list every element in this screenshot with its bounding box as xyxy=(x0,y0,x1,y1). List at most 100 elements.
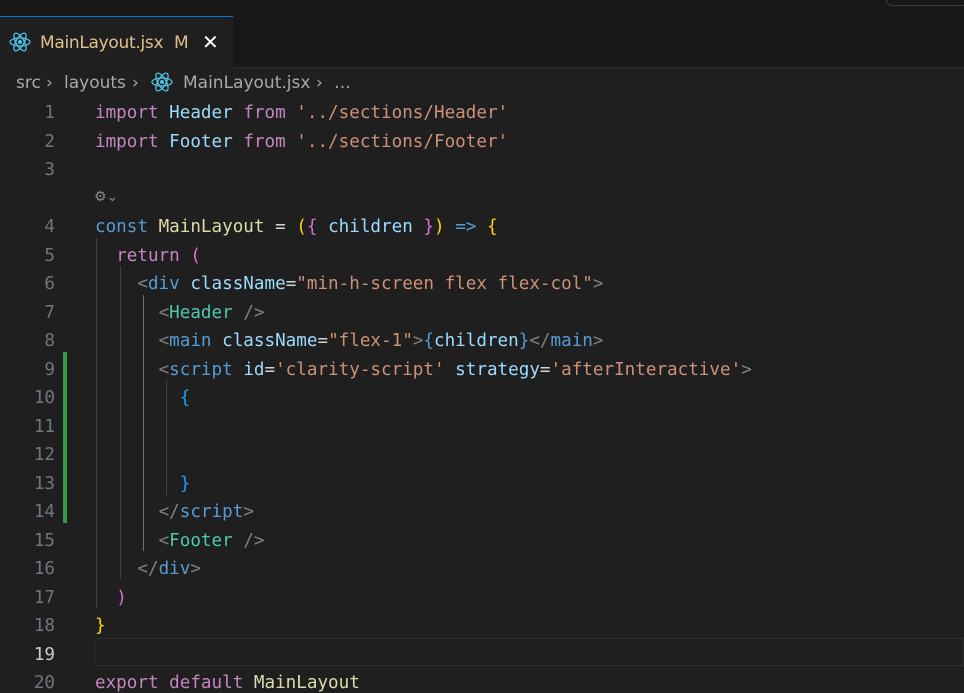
line-number: 15 xyxy=(33,530,55,551)
code-line: export default MainLayout xyxy=(95,673,360,693)
code-token: < xyxy=(158,302,170,323)
code-token: "flex-1" xyxy=(328,331,413,351)
breadcrumb-layouts[interactable]: layouts xyxy=(64,73,126,93)
line-number: 12 xyxy=(33,445,55,465)
code-token: Footer xyxy=(169,530,233,551)
line-number: 5 xyxy=(44,245,55,266)
code-token: script xyxy=(169,359,233,380)
chevron-right-icon: › xyxy=(316,73,323,93)
code-token: < xyxy=(158,331,170,351)
code-token: } xyxy=(179,473,191,494)
code-token: className xyxy=(190,274,286,294)
line-number: 18 xyxy=(33,616,55,636)
code-line: return ( xyxy=(95,246,201,266)
git-added-gutter-mark xyxy=(63,352,67,523)
code-token: > xyxy=(741,359,752,380)
code-token: default xyxy=(169,673,244,693)
title-bar xyxy=(0,0,964,16)
code-token: main xyxy=(169,331,212,351)
line-number: 10 xyxy=(33,388,55,408)
code-token: = xyxy=(317,331,329,351)
code-token: = xyxy=(539,359,551,380)
code-token: = xyxy=(264,359,276,380)
code-line: <div className="min-h-screen flex flex-c… xyxy=(95,274,603,294)
code-token: import xyxy=(95,131,159,152)
line-number: 1 xyxy=(44,103,55,123)
code-token: < xyxy=(137,274,148,294)
tab-mainlayout[interactable]: MainLayout.jsx M ✕ xyxy=(0,16,233,68)
window-control[interactable] xyxy=(886,0,964,6)
line-number: 17 xyxy=(33,587,55,608)
code-token: id xyxy=(243,359,265,380)
code-token: children xyxy=(434,331,519,351)
code-token: = xyxy=(285,274,297,294)
line-number: 3 xyxy=(44,160,55,180)
code-token: MainLayout xyxy=(253,673,360,693)
code-token: /> xyxy=(243,530,265,551)
code-token: Header xyxy=(169,103,233,123)
code-line: } xyxy=(95,473,191,494)
code-token: return xyxy=(116,245,180,266)
code-token: } xyxy=(423,217,434,237)
code-token: > xyxy=(592,274,604,294)
line-number: 2 xyxy=(44,131,55,152)
code-token: ) xyxy=(434,217,445,237)
line-number: 7 xyxy=(44,302,55,323)
code-token: "min-h-screen flex flex-col" xyxy=(296,274,593,294)
code-token: '../sections/Footer' xyxy=(296,131,509,152)
code-token: from xyxy=(243,131,286,152)
code-token: export xyxy=(95,673,159,693)
code-token: </ xyxy=(137,559,159,579)
close-icon[interactable]: ✕ xyxy=(202,30,219,54)
code-token: > xyxy=(243,502,254,522)
copilot-sparkle-icon[interactable]: ⚙⌄ xyxy=(94,189,118,205)
line-number: 9 xyxy=(44,359,55,380)
breadcrumb-more[interactable]: … xyxy=(334,73,351,93)
breadcrumb-src[interactable]: src xyxy=(16,73,41,93)
code-token: { xyxy=(486,217,498,237)
chevron-right-icon: › xyxy=(46,73,53,93)
code-token: className xyxy=(222,331,318,351)
code-token: MainLayout xyxy=(158,217,265,237)
code-line: ) xyxy=(95,588,127,608)
code-editor[interactable]: ⚙⌄ 1 2 3 4 5 6 7 8 9 10 11 12 13 14 15 16 17 18 19 20 impor… xyxy=(0,100,964,693)
line-number: 13 xyxy=(33,473,55,494)
code-line: const MainLayout = ({ children }) => { xyxy=(95,217,498,237)
code-token: Footer xyxy=(169,131,233,152)
code-line: import Header from '../sections/Header' xyxy=(95,103,508,123)
code-token: 'clarity-script' xyxy=(275,359,445,380)
code-line: </script> xyxy=(95,502,254,522)
code-token: ( xyxy=(296,217,307,237)
code-token: { xyxy=(306,217,318,237)
code-token: div xyxy=(158,559,191,579)
code-token: </ xyxy=(158,502,180,522)
react-icon xyxy=(8,31,32,57)
code-line: { xyxy=(95,388,191,408)
line-number: 6 xyxy=(44,274,55,294)
code-line: <main className="flex-1">{children}</mai… xyxy=(95,331,604,351)
code-token: < xyxy=(158,530,170,551)
code-token: script xyxy=(179,502,244,522)
breadcrumb-file[interactable]: MainLayout.jsx xyxy=(183,73,310,93)
line-number: 14 xyxy=(33,502,55,522)
chevron-right-icon: › xyxy=(132,73,139,93)
